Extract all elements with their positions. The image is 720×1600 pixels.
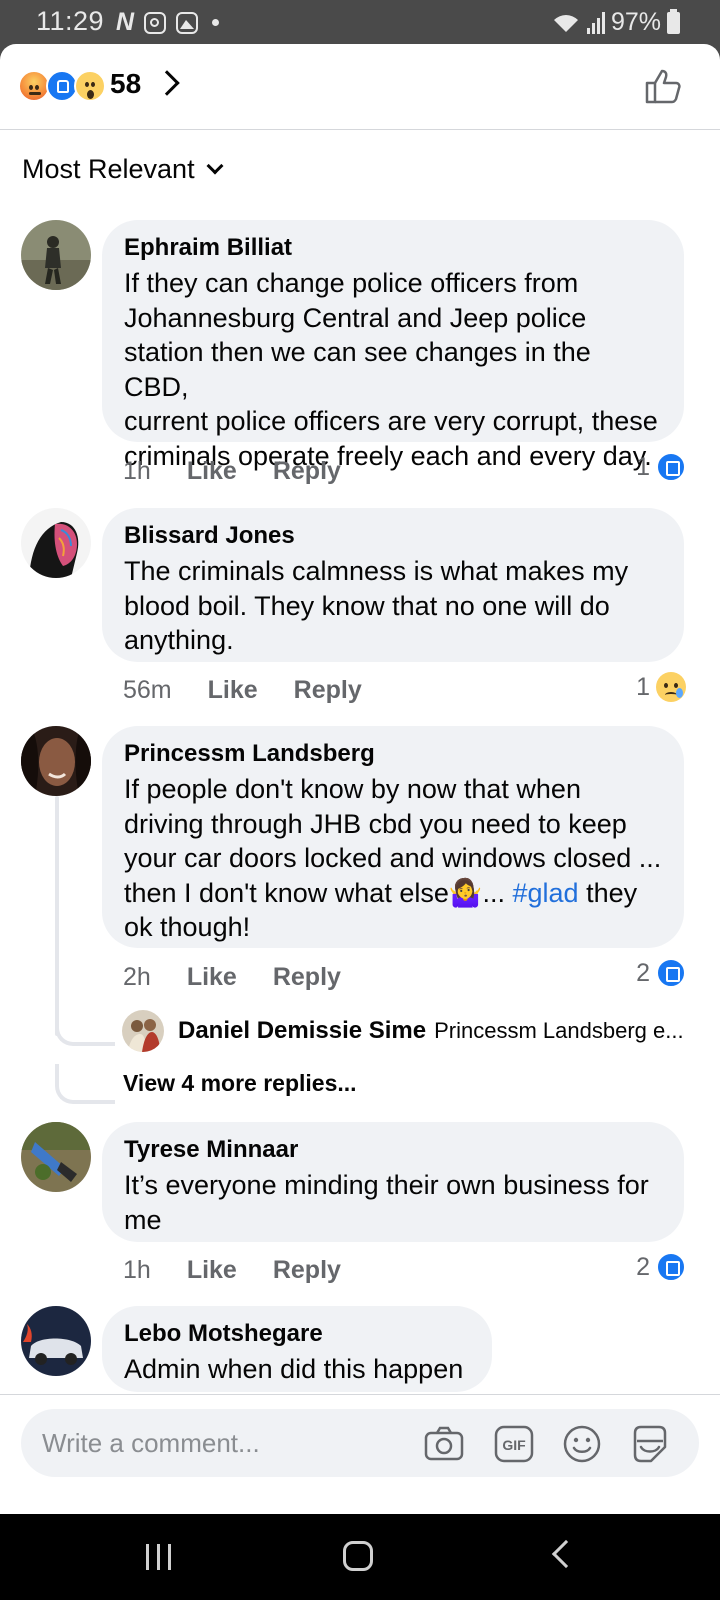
avatar[interactable]: [21, 508, 91, 578]
reply-button[interactable]: Reply: [273, 457, 341, 486]
thumbs-up-icon[interactable]: [644, 66, 684, 106]
comment-author[interactable]: Blissard Jones: [124, 522, 662, 550]
comment-author[interactable]: Princessm Landsberg: [124, 740, 662, 768]
chevron-right-icon[interactable]: [154, 70, 180, 96]
gif-icon[interactable]: GIF: [493, 1423, 535, 1465]
more-notifications-dot-icon: [212, 19, 220, 26]
comment-author[interactable]: Tyrese Minnaar: [124, 1136, 662, 1164]
like-button[interactable]: Like: [187, 963, 237, 992]
reaction-summary-bar[interactable]: 58: [0, 44, 720, 130]
comment-actions: 2h Like Reply: [123, 963, 377, 992]
wifi-icon: [553, 14, 578, 32]
battery-percent: 97%: [610, 8, 661, 36]
reply-button[interactable]: Reply: [294, 676, 362, 705]
comment-text: If they can change police officers from …: [124, 268, 658, 471]
hashtag-link[interactable]: #glad: [513, 878, 579, 908]
shrug-emoji: 🤷‍♀️: [448, 877, 483, 908]
avatar[interactable]: [21, 726, 91, 796]
comment-reaction-count: 1: [636, 452, 650, 481]
status-time: 11:29: [36, 6, 105, 36]
sad-reaction-icon: [656, 672, 686, 702]
svg-text:GIF: GIF: [502, 1437, 526, 1453]
comment-time: 2h: [123, 963, 151, 991]
comment-input-placeholder: Write a comment...: [42, 1428, 260, 1458]
like-reaction-icon: [656, 452, 686, 482]
avatar[interactable]: [122, 1010, 164, 1052]
comment-reaction-count: 2: [636, 958, 650, 987]
comment-time: 1h: [123, 457, 151, 485]
like-button[interactable]: Like: [187, 457, 237, 486]
avatar[interactable]: [21, 1306, 91, 1376]
instagram-notification-icon: [144, 11, 167, 34]
view-more-replies-link[interactable]: View 4 more replies...: [123, 1070, 357, 1097]
back-icon[interactable]: [551, 1539, 581, 1569]
wow-reaction-icon: [74, 70, 106, 102]
emoji-icon[interactable]: [561, 1423, 603, 1465]
thread-connector: [55, 1016, 115, 1046]
sort-label: Most Relevant: [22, 154, 195, 184]
like-button[interactable]: Like: [208, 676, 258, 705]
signal-icon: [586, 11, 605, 34]
status-bar: 11:29 N 97%: [0, 0, 720, 44]
comment-actions: 1h Like Reply: [123, 1256, 377, 1285]
system-nav-bar: [0, 1514, 720, 1600]
comment-reactions[interactable]: 2: [636, 958, 686, 988]
like-button[interactable]: Like: [187, 1256, 237, 1285]
reply-button[interactable]: Reply: [273, 963, 341, 992]
reaction-icons: [18, 70, 106, 102]
avatar[interactable]: [21, 220, 91, 290]
reaction-count[interactable]: 58: [110, 68, 141, 100]
comment-reaction-count: 1: [636, 672, 650, 701]
comment-text: It’s everyone minding their own business…: [124, 1170, 649, 1235]
comment-reactions[interactable]: 2: [636, 1252, 686, 1282]
comment-input[interactable]: Write a comment... GIF: [21, 1409, 699, 1477]
chevron-down-icon: [206, 157, 224, 174]
camera-icon[interactable]: [423, 1423, 465, 1465]
reply-author[interactable]: Daniel Demissie Sime: [178, 1017, 426, 1045]
comment-text: If people don't know by now that when dr…: [124, 774, 662, 942]
reply-button[interactable]: Reply: [273, 1256, 341, 1285]
sticker-icon[interactable]: [629, 1423, 671, 1465]
notification-icons: N: [116, 8, 220, 37]
home-icon[interactable]: [343, 1541, 373, 1571]
comment-author[interactable]: Ephraim Billiat: [124, 234, 662, 262]
comments-sheet: 58 Most Relevant Ephraim Billiat If they…: [0, 44, 720, 1514]
netflix-notification-icon: N: [116, 8, 135, 36]
thread-line: [55, 796, 59, 1036]
gallery-notification-icon: [176, 11, 199, 34]
comment-bubble[interactable]: Blissard Jones The criminals calmness is…: [102, 508, 684, 662]
comment-composer: Write a comment... GIF: [0, 1394, 720, 1514]
like-reaction-icon: [656, 958, 686, 988]
comment-reaction-count: 2: [636, 1252, 650, 1281]
like-reaction-icon: [656, 1252, 686, 1282]
system-status: 97%: [551, 8, 680, 37]
comment-reactions[interactable]: 1: [636, 452, 686, 482]
reply-snippet[interactable]: Princessm Landsberg e...: [434, 1018, 683, 1044]
comment-time: 56m: [123, 676, 172, 704]
comment-text: Admin when did this happen: [124, 1354, 464, 1384]
comment-author[interactable]: Lebo Motshegare: [124, 1320, 470, 1348]
comment-actions: 1h Like Reply: [123, 457, 377, 486]
comment-bubble[interactable]: Ephraim Billiat If they can change polic…: [102, 220, 684, 471]
avatar[interactable]: [21, 1122, 91, 1192]
thread-connector: [55, 1064, 115, 1104]
comment-actions: 56m Like Reply: [123, 676, 398, 705]
reply-preview[interactable]: Daniel Demissie Sime Princessm Landsberg…: [122, 1010, 684, 1052]
comment-text: The criminals calmness is what makes my …: [124, 556, 629, 655]
comment-bubble[interactable]: Princessm Landsberg If people don't know…: [102, 726, 684, 948]
sort-dropdown[interactable]: Most Relevant: [22, 154, 224, 185]
recents-icon[interactable]: [146, 1544, 171, 1570]
comment-reactions[interactable]: 1: [636, 672, 686, 702]
comment-bubble[interactable]: Tyrese Minnaar It’s everyone minding the…: [102, 1122, 684, 1242]
comment-time: 1h: [123, 1256, 151, 1284]
battery-icon: [667, 8, 680, 34]
comment-bubble[interactable]: Lebo Motshegare Admin when did this happ…: [102, 1306, 492, 1392]
